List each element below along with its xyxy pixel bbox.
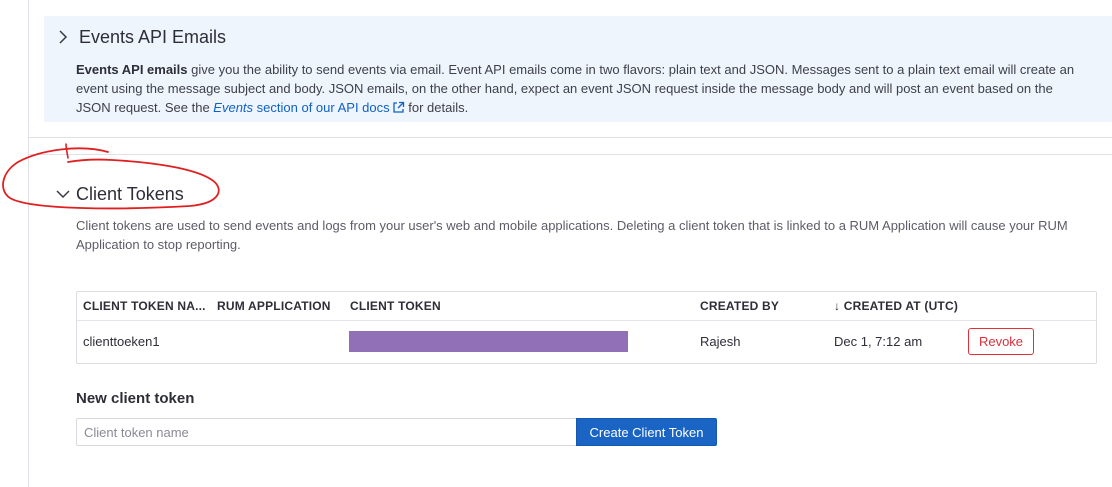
client-tokens-table: CLIENT TOKEN NA... RUM APPLICATION CLIEN… — [76, 291, 1097, 364]
events-desc-bold: Events API emails — [76, 62, 188, 77]
table-header: CLIENT TOKEN NA... RUM APPLICATION CLIEN… — [77, 292, 1096, 321]
created-at-cell: Dec 1, 7:12 am — [834, 334, 923, 349]
created-by-cell: Rajesh — [700, 334, 741, 349]
column-header-client-token[interactable]: CLIENT TOKEN — [350, 299, 441, 313]
section-divider — [28, 137, 1112, 138]
revoke-button[interactable]: Revoke — [968, 328, 1034, 355]
events-api-emails-panel: Events API Emails Events API emails give… — [44, 16, 1112, 122]
annotation-circle-icon — [2, 143, 220, 210]
events-api-docs-link[interactable]: Events section of our API docs — [213, 100, 404, 115]
table-row: clienttoeken1 Rajesh Dec 1, 7:12 am Revo… — [77, 321, 1096, 364]
events-api-emails-title: Events API Emails — [79, 26, 227, 47]
left-border — [28, 0, 29, 487]
events-api-emails-description: Events API emails give you the ability t… — [76, 60, 1086, 119]
column-header-rum-application[interactable]: RUM APPLICATION — [217, 299, 331, 313]
column-header-created-at[interactable]: ↓ CREATED AT (UTC) — [834, 299, 958, 313]
events-desc-tail: for details. — [404, 100, 469, 115]
events-link-italic: Events — [213, 100, 254, 115]
column-header-client-token-name[interactable]: CLIENT TOKEN NA... — [83, 299, 206, 313]
new-client-token-label: New client token — [76, 390, 195, 407]
client-token-name-input[interactable] — [76, 418, 576, 446]
events-api-emails-header[interactable]: Events API Emails — [57, 26, 226, 48]
column-header-created-by[interactable]: CREATED BY — [700, 299, 779, 313]
chevron-right-icon[interactable] — [57, 26, 75, 48]
events-link-text: section of our API docs — [253, 100, 390, 115]
token-name-cell: clienttoeken1 — [83, 334, 160, 349]
client-tokens-description: Client tokens are used to send events an… — [76, 218, 1068, 252]
client-token-redacted — [349, 331, 628, 352]
create-client-token-button[interactable]: Create Client Token — [576, 418, 717, 446]
external-link-icon — [392, 100, 405, 119]
